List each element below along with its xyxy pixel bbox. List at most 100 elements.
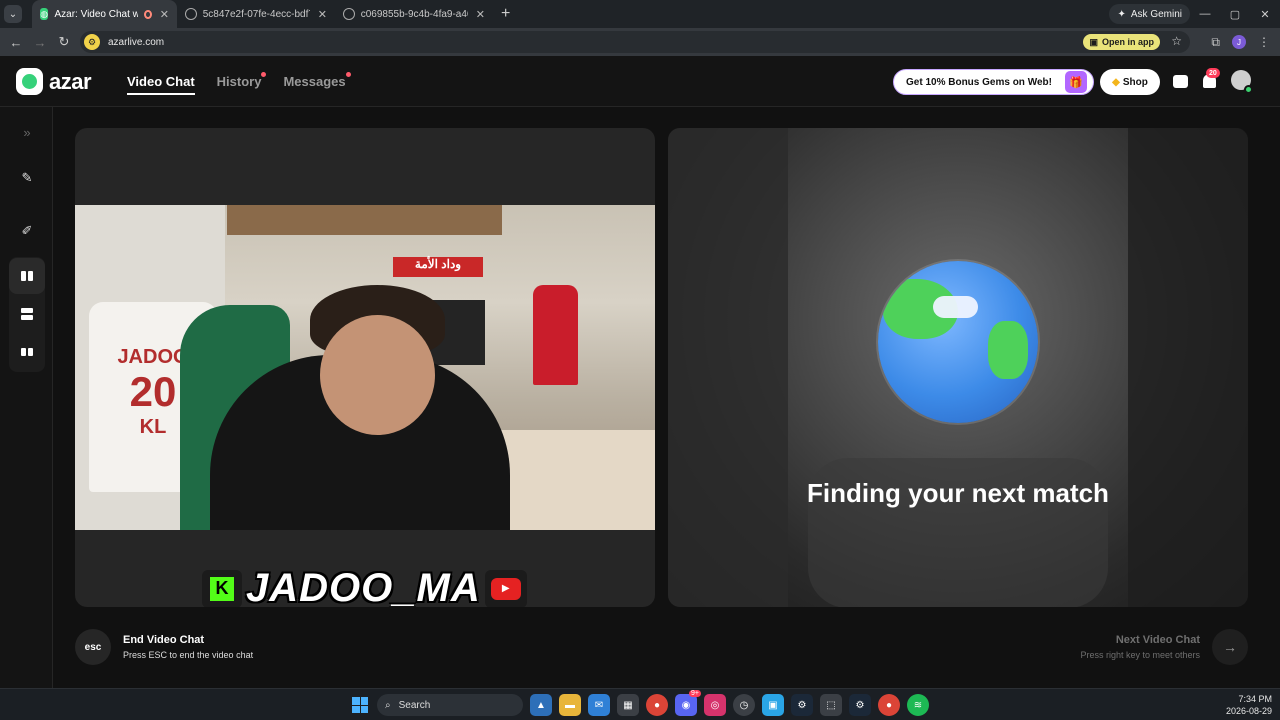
address-bar-row: ← → ↻ ⚙ azarlive.com ▣ Open in app ☆ ⧉ J… (0, 28, 1280, 56)
tab-search-button[interactable]: ⌄ (4, 5, 22, 23)
search-icon: ⌕ (385, 699, 391, 711)
app-icon: ▣ (1089, 36, 1098, 47)
person-face (320, 315, 435, 435)
bonus-gems-label: Get 10% Bonus Gems on Web! (906, 76, 1052, 88)
globe-cloud (933, 296, 978, 318)
tab-3[interactable]: c069855b-9c4b-4fa9-a464-04c ✕ (335, 0, 493, 28)
bonus-gems-button[interactable]: Get 10% Bonus Gems on Web! 🎁 (893, 69, 1094, 95)
self-video-panel: JADOO 20 KL وداد الأمة K JADOO_MA ▶ (75, 128, 655, 607)
azar-logo[interactable]: azar (16, 68, 92, 95)
extensions-icon[interactable]: ⧉ (1211, 35, 1220, 50)
store-icon[interactable]: ▦ (617, 694, 639, 716)
close-tab-icon[interactable]: ✕ (160, 8, 169, 21)
mail-icon[interactable]: ✉ (588, 694, 610, 716)
open-in-app-label: Open in app (1101, 37, 1154, 47)
next-chat-hint: Press right key to meet others (1080, 650, 1200, 660)
screen-capture-icon[interactable]: ⬚ (820, 694, 842, 716)
left-rail: » ✎ ✐ (0, 107, 53, 688)
layout-stacked-icon[interactable] (9, 296, 45, 332)
toolbar-right: ⧉ J ⋮ (1211, 28, 1280, 56)
spotify-icon[interactable]: ≋ (907, 694, 929, 716)
photos-icon[interactable]: ▣ (762, 694, 784, 716)
taskbar-search-label: Search (398, 699, 431, 711)
tab-title: Azar: Video Chat with New (54, 8, 139, 20)
file-explorer-icon[interactable]: ▬ (559, 694, 581, 716)
close-window-icon[interactable]: ✕ (1250, 0, 1280, 28)
browser-tab-strip: ⌄ ◍ Azar: Video Chat with New ✕ 5c847e2f… (0, 0, 1280, 28)
nav-video-chat[interactable]: Video Chat (127, 74, 195, 95)
nav-history[interactable]: History (216, 72, 267, 95)
ask-gemini-button[interactable]: ✦ Ask Gemini (1109, 4, 1190, 24)
tab-2[interactable]: 5c847e2f-07fe-4ecc-bdf7-b677 ✕ (177, 0, 335, 28)
youtube-logo-icon: ▶ (484, 569, 527, 607)
omnibox[interactable]: ⚙ azarlive.com ▣ Open in app ☆ (80, 31, 1190, 53)
window-controls: — ▢ ✕ (1190, 0, 1280, 28)
taskbar-search[interactable]: ⌕ Search (377, 694, 523, 716)
nav-messages[interactable]: Messages (283, 72, 351, 95)
unread-dot (345, 72, 351, 77)
steam-icon-2[interactable]: ⚙ (849, 694, 871, 716)
minimize-icon[interactable]: — (1190, 0, 1220, 28)
expand-sidebar-icon[interactable]: » (9, 114, 45, 150)
shop-button[interactable]: ◆ Shop (1100, 69, 1160, 95)
app-header: azar Video Chat History Messages Get 10%… (0, 56, 1280, 107)
windows-taskbar: ⌕ Search ▲ ▬ ✉ ▦ ● ◉ 9+ ◎ ◷ ▣ ⚙ ⬚ ⚙ ● ≋ 7… (0, 688, 1280, 720)
close-tab-icon[interactable]: ✕ (476, 8, 485, 21)
gift-icon: 🎁 (1065, 71, 1087, 93)
clock-app-icon[interactable]: ◷ (733, 694, 755, 716)
next-chat-arrow-icon[interactable]: → (1212, 629, 1248, 665)
nav-messages-label: Messages (283, 74, 346, 89)
close-tab-icon[interactable]: ✕ (318, 8, 327, 21)
tab-title: 5c847e2f-07fe-4ecc-bdf7-b677 (202, 8, 310, 20)
finding-match-text: Finding your next match (807, 478, 1109, 508)
url-text[interactable]: azarlive.com (108, 37, 164, 48)
clock-date: 2026-08-29 (1225, 706, 1272, 716)
tab-title: c069855b-9c4b-4fa9-a464-04c (360, 8, 468, 20)
back-icon[interactable]: ← (4, 35, 28, 50)
nav-history-label: History (216, 74, 262, 89)
blurred-background (668, 128, 788, 607)
self-camera-feed: JADOO 20 KL وداد الأمة (75, 205, 655, 530)
globe-icon (185, 8, 197, 20)
menu-icon[interactable]: ⋮ (1258, 35, 1270, 49)
chrome-icon-2[interactable]: ● (878, 694, 900, 716)
windows-start-icon[interactable] (352, 697, 368, 713)
tab-azar[interactable]: ◍ Azar: Video Chat with New ✕ (32, 0, 177, 28)
forward-icon[interactable]: → (28, 35, 52, 50)
site-info-icon[interactable]: ⚙ (84, 34, 100, 50)
notification-badge: 20 (1206, 68, 1220, 78)
end-chat-button[interactable]: esc (75, 629, 111, 665)
bookmark-star-icon[interactable]: ☆ (1171, 34, 1182, 48)
layout-grid-icon[interactable] (9, 334, 45, 370)
ask-gemini-label: Ask Gemini (1130, 8, 1182, 20)
magic-wand-icon[interactable]: ✎ (9, 160, 45, 196)
online-status-dot (1244, 85, 1253, 94)
blurred-background (1128, 128, 1248, 607)
kick-logo-icon: K (202, 569, 242, 607)
shelf (227, 205, 502, 235)
reload-icon[interactable]: ↻ (52, 34, 76, 50)
discord-icon[interactable]: ◉ 9+ (675, 690, 701, 716)
open-in-app-button[interactable]: ▣ Open in app (1083, 34, 1160, 50)
recording-icon (144, 9, 152, 19)
filter-edit-icon[interactable]: ✐ (9, 213, 45, 249)
widgets-icon[interactable]: ▲ (530, 694, 552, 716)
clock-time: 7:34 PM (1238, 694, 1272, 704)
scarf-banner: وداد الأمة (393, 257, 483, 277)
new-tab-icon[interactable]: + (501, 5, 510, 23)
globe-icon (343, 8, 355, 20)
globe-icon (878, 261, 1038, 423)
layout-side-by-side-icon[interactable] (9, 258, 45, 294)
streamer-name: JADOO_MA (246, 566, 481, 607)
taskbar-clock[interactable]: 7:34 PM 2026-08-29 (1226, 693, 1272, 717)
steam-icon[interactable]: ⚙ (791, 694, 813, 716)
chrome-icon[interactable]: ● (646, 694, 668, 716)
azar-favicon-icon: ◍ (40, 8, 49, 20)
azar-logo-icon (16, 68, 43, 95)
instagram-icon[interactable]: ◎ (704, 694, 726, 716)
maximize-icon[interactable]: ▢ (1220, 0, 1250, 28)
inbox-icon[interactable] (1171, 72, 1189, 90)
unread-dot (261, 72, 267, 77)
next-chat-title: Next Video Chat (1115, 634, 1200, 646)
profile-avatar[interactable]: J (1232, 35, 1246, 49)
